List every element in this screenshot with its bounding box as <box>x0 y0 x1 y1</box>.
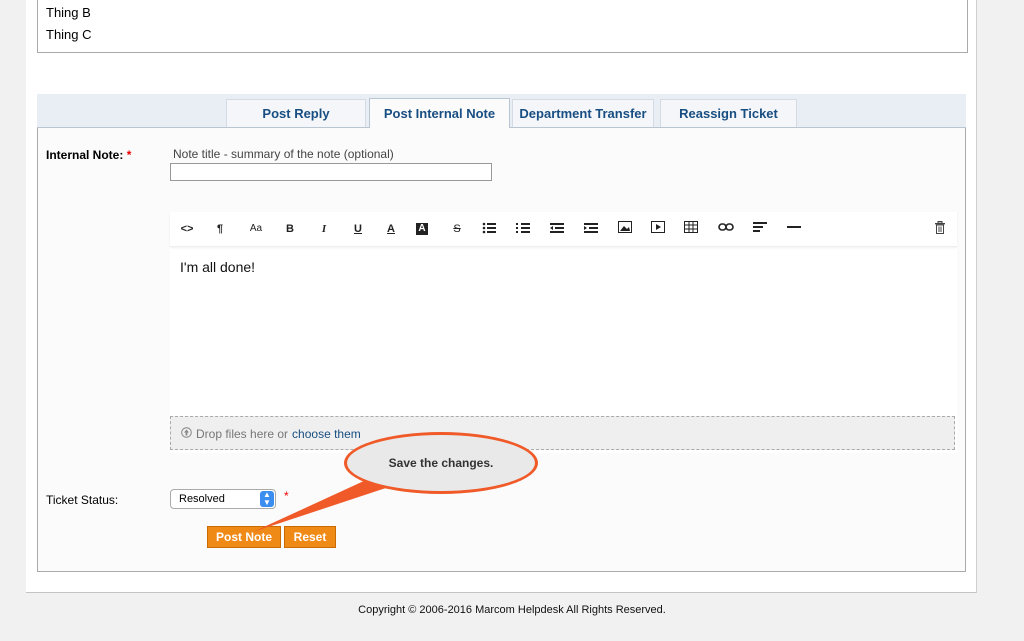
paragraph-button[interactable]: ¶ <box>213 221 227 237</box>
status-required-marker: * <box>284 489 289 503</box>
html-source-button[interactable]: <> <box>180 221 194 237</box>
video-icon[interactable] <box>651 221 665 237</box>
thread-item: Thing C <box>46 27 92 42</box>
thread-item: Thing B <box>46 5 91 20</box>
annotation-callout: Save the changes. <box>344 432 538 494</box>
italic-button[interactable]: I <box>317 221 331 237</box>
note-title-hint: Note title - summary of the note (option… <box>173 147 394 161</box>
horizontal-rule-icon[interactable] <box>787 221 801 237</box>
required-marker: * <box>126 148 132 162</box>
strikethrough-button[interactable]: S <box>450 221 464 237</box>
select-arrows-icon: ▲ ▼ <box>260 491 274 507</box>
tab-department-transfer[interactable]: Department Transfer <box>512 99 654 127</box>
upload-icon <box>181 427 192 441</box>
outdent-icon[interactable] <box>550 221 564 237</box>
image-icon[interactable] <box>618 221 632 237</box>
note-title-input[interactable] <box>170 163 492 181</box>
dropzone-text: Drop files here or <box>196 427 289 441</box>
unordered-list-icon[interactable] <box>482 221 496 237</box>
ticket-status-label: Ticket Status: <box>46 493 119 507</box>
formatting-button[interactable]: Aa <box>249 221 263 237</box>
reset-button[interactable]: Reset <box>284 526 336 548</box>
response-tab-bar: Post Reply Post Internal Note Department… <box>37 94 966 128</box>
tab-reassign-ticket[interactable]: Reassign Ticket <box>660 99 797 127</box>
rich-text-editor: <> ¶ Aa B I U A A S I'm all done! Drop f… <box>170 212 957 453</box>
ticket-status-value: Resolved <box>179 493 225 505</box>
file-dropzone[interactable]: Drop files here or choose them <box>170 416 955 450</box>
internal-note-label: Internal Note: * <box>46 148 132 162</box>
indent-icon[interactable] <box>584 221 598 237</box>
bold-button[interactable]: B <box>283 221 297 237</box>
table-icon[interactable] <box>684 221 698 237</box>
footer-copyright: Copyright © 2006-2016 Marcom Helpdesk Al… <box>358 604 666 616</box>
tab-post-reply[interactable]: Post Reply <box>226 99 366 127</box>
choose-files-link[interactable]: choose them <box>292 427 361 441</box>
trash-icon[interactable] <box>934 221 948 237</box>
ordered-list-icon[interactable] <box>516 221 530 237</box>
underline-button[interactable]: U <box>351 221 365 237</box>
editor-content: I'm all done! <box>180 259 256 275</box>
tab-post-internal-note[interactable]: Post Internal Note <box>369 98 510 128</box>
editor-text-area[interactable]: I'm all done! <box>170 246 955 414</box>
ticket-status-select[interactable]: Resolved ▲ ▼ <box>170 489 276 509</box>
font-color-button[interactable]: A <box>384 221 398 237</box>
alignment-icon[interactable] <box>753 221 767 237</box>
post-note-button[interactable]: Post Note <box>207 526 281 548</box>
thread-content-box: Thing B Thing C <box>37 0 968 53</box>
link-icon[interactable] <box>718 221 734 237</box>
background-color-button[interactable]: A <box>416 223 428 235</box>
editor-toolbar: <> ¶ Aa B I U A A S <box>170 212 957 247</box>
